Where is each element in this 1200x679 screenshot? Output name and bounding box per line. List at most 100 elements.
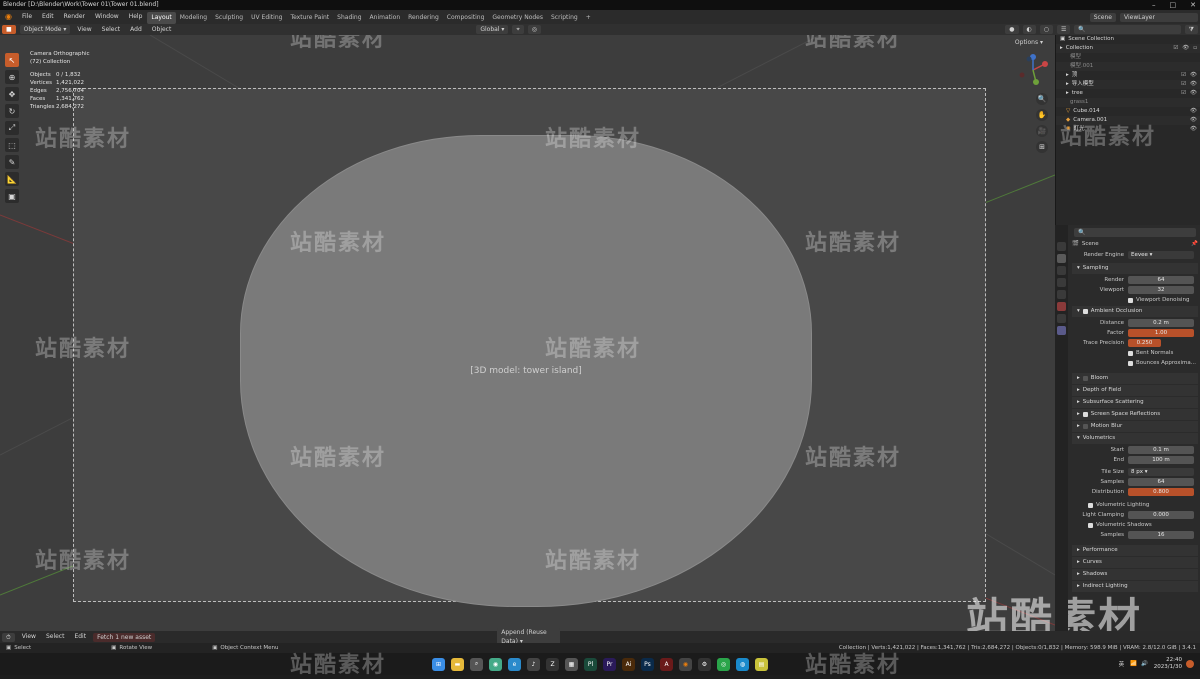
- search-icon[interactable]: ⌕: [470, 657, 483, 671]
- timeline-menu-view[interactable]: View: [17, 631, 41, 643]
- sampling-render-field[interactable]: 64: [1128, 276, 1194, 284]
- rotate-icon[interactable]: ↻: [5, 104, 19, 118]
- camera-icon[interactable]: ▫: [1193, 44, 1197, 53]
- photoshop-icon[interactable]: Ps: [641, 657, 654, 671]
- wifi-icon[interactable]: 📶: [1130, 661, 1137, 667]
- outliner-item-grass[interactable]: grass1: [1056, 98, 1200, 107]
- pin-icon[interactable]: 📌: [1191, 241, 1198, 247]
- section-motion-blur[interactable]: ▸ Motion Blur: [1072, 421, 1198, 432]
- app-icon[interactable]: ⚙: [698, 657, 711, 671]
- outliner-item-model[interactable]: 模型: [1056, 53, 1200, 62]
- tab-world-icon[interactable]: [1057, 302, 1066, 311]
- render-engine-dropdown[interactable]: Eevee ▾: [1128, 251, 1194, 259]
- eye-icon[interactable]: 👁: [1190, 116, 1197, 125]
- bounces-checkbox[interactable]: [1128, 360, 1133, 366]
- bent-normals-checkbox[interactable]: [1128, 350, 1133, 356]
- tab-compositing[interactable]: Compositing: [443, 12, 489, 24]
- checkbox-icon[interactable]: ☑: [1181, 80, 1186, 89]
- vol-tile-dropdown[interactable]: 8 px ▾: [1128, 468, 1194, 476]
- cursor-icon[interactable]: ⊕: [5, 70, 19, 84]
- measure-icon[interactable]: 📐: [5, 172, 19, 186]
- tab-texture-paint[interactable]: Texture Paint: [286, 12, 333, 24]
- bloom-checkbox[interactable]: [1082, 376, 1088, 381]
- fetch-asset-button[interactable]: Fetch 1 new asset: [93, 632, 156, 642]
- vol-lighting-checkbox[interactable]: [1088, 502, 1093, 508]
- ssr-checkbox[interactable]: [1082, 412, 1088, 417]
- outliner-item-cube[interactable]: ▽ Cube.014 👁: [1056, 107, 1200, 116]
- expand-arrow-icon[interactable]: ▸: [1066, 89, 1069, 98]
- checkbox-icon[interactable]: ☑: [1173, 44, 1178, 53]
- menu-view[interactable]: View: [72, 24, 96, 35]
- outliner-item-imported[interactable]: ▸ 导入模型 ☑ 👁: [1056, 80, 1200, 89]
- qq-icon[interactable]: ◍: [736, 657, 749, 671]
- checkbox-icon[interactable]: ☑: [1181, 71, 1186, 80]
- section-sss[interactable]: ▸ Subsurface Scattering: [1072, 397, 1198, 408]
- eye-icon[interactable]: 👁: [1190, 71, 1197, 80]
- vol-distribution-field[interactable]: 0.800: [1128, 488, 1194, 496]
- tab-collection-icon[interactable]: [1057, 314, 1066, 323]
- outliner-item-tree[interactable]: ▸ tree ☑ 👁: [1056, 89, 1200, 98]
- shading-rendered-icon[interactable]: ○: [1039, 25, 1053, 34]
- ao-factor-field[interactable]: 1.00: [1128, 329, 1194, 337]
- outliner-item-collection[interactable]: ▸ Collection ☑ 👁 ▫: [1056, 44, 1200, 53]
- tab-output-icon[interactable]: [1057, 266, 1066, 275]
- file-explorer-icon[interactable]: ▬: [451, 657, 464, 671]
- select-box-icon[interactable]: ↖: [5, 53, 19, 67]
- add-workspace-icon[interactable]: +: [582, 12, 595, 24]
- tab-rendering[interactable]: Rendering: [404, 12, 443, 24]
- eye-icon[interactable]: 👁: [1190, 80, 1197, 89]
- viewlayer-selector[interactable]: ViewLayer: [1120, 12, 1198, 22]
- zbrush-icon[interactable]: Z: [546, 657, 559, 671]
- expand-arrow-icon[interactable]: ▸: [1066, 80, 1069, 89]
- illustrator-icon[interactable]: Ai: [622, 657, 635, 671]
- lang-indicator[interactable]: 英: [1119, 660, 1125, 668]
- camera-view-icon[interactable]: 🎥: [1036, 125, 1048, 137]
- section-dof[interactable]: ▸ Depth of Field: [1072, 385, 1198, 396]
- maximize-icon[interactable]: □: [1170, 0, 1177, 10]
- photos-icon[interactable]: ▦: [565, 657, 578, 671]
- section-bloom[interactable]: ▸ Bloom: [1072, 373, 1198, 384]
- tab-render-icon[interactable]: [1057, 254, 1066, 263]
- eye-icon[interactable]: 👁: [1190, 107, 1197, 116]
- section-performance[interactable]: ▸ Performance: [1072, 545, 1198, 556]
- tab-scene-icon[interactable]: [1057, 290, 1066, 299]
- notes-icon[interactable]: ▤: [755, 657, 768, 671]
- section-volumetrics[interactable]: ▾ Volumetrics: [1072, 433, 1198, 444]
- pan-hand-icon[interactable]: ✋: [1036, 109, 1048, 121]
- menu-edit[interactable]: Edit: [37, 10, 59, 24]
- eye-icon[interactable]: 👁: [1182, 44, 1189, 53]
- options-dropdown[interactable]: Options ▾: [1010, 38, 1047, 47]
- ao-enable-checkbox[interactable]: [1082, 309, 1088, 314]
- timeline-menu-select[interactable]: Select: [41, 631, 70, 643]
- menu-add[interactable]: Add: [125, 24, 147, 35]
- outliner-scene-collection[interactable]: ▣ Scene Collection: [1056, 35, 1200, 44]
- notification-icon[interactable]: [1186, 660, 1194, 668]
- volume-icon[interactable]: 🔊: [1141, 661, 1148, 667]
- section-ssr[interactable]: ▸ Screen Space Reflections: [1072, 409, 1198, 420]
- eye-icon[interactable]: 👁: [1190, 125, 1197, 134]
- premiere-icon[interactable]: Pr: [603, 657, 616, 671]
- object-mode-dropdown[interactable]: Object Mode ▾: [19, 25, 71, 34]
- section-shadows[interactable]: ▸ Shadows: [1072, 569, 1198, 580]
- snap-icon[interactable]: ⌖: [512, 25, 524, 34]
- blender-logo-icon[interactable]: ◉: [0, 10, 17, 24]
- scene-selector[interactable]: Scene: [1089, 12, 1116, 22]
- wechat-icon[interactable]: ◎: [717, 657, 730, 671]
- substance-icon[interactable]: A: [660, 657, 673, 671]
- menu-file[interactable]: File: [17, 10, 37, 24]
- music-icon[interactable]: ♪: [527, 657, 540, 671]
- tab-uv-editing[interactable]: UV Editing: [247, 12, 286, 24]
- ao-trace-field[interactable]: 0.250: [1128, 339, 1161, 347]
- outliner-editor-icon[interactable]: ☰: [1057, 25, 1071, 34]
- ao-distance-field[interactable]: 0.2 m: [1128, 319, 1194, 327]
- 3d-viewport[interactable]: [3D model: tower island] ↖ ⊕ ✥ ↻ ⤢ ⬚ ✎ 📐…: [0, 35, 1055, 631]
- proportional-edit-icon[interactable]: ◎: [527, 25, 542, 34]
- vol-start-field[interactable]: 0.1 m: [1128, 446, 1194, 454]
- menu-select[interactable]: Select: [97, 24, 126, 35]
- filter-icon[interactable]: ⧩: [1184, 25, 1198, 34]
- transform-orientation-dropdown[interactable]: Global ▾: [476, 25, 509, 34]
- edge-icon[interactable]: e: [508, 657, 521, 671]
- blender-taskbar-icon[interactable]: ◉: [679, 657, 692, 671]
- prelude-icon[interactable]: Pl: [584, 657, 597, 671]
- properties-search[interactable]: 🔍: [1074, 228, 1196, 237]
